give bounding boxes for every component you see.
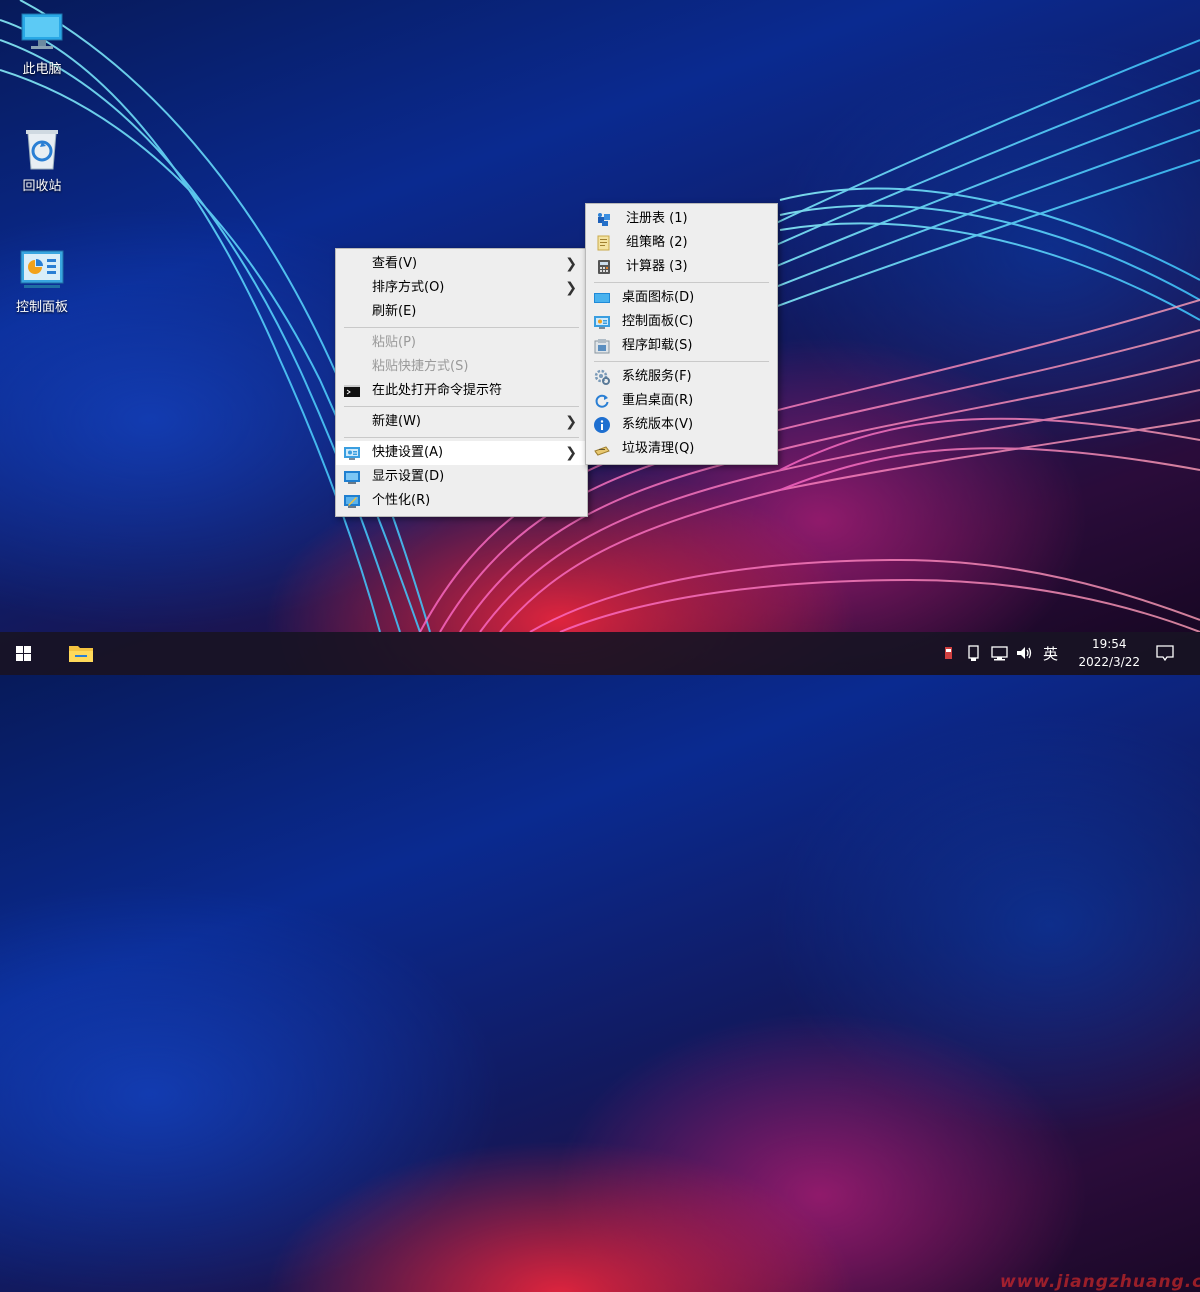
desktop-icons-icon [594, 290, 610, 306]
submenu-item-restart-desktop[interactable]: 重启桌面(R) [586, 389, 777, 413]
menu-item-paste[interactable]: 粘贴(P) [336, 331, 587, 355]
menu-item-sort[interactable]: 排序方式(O) ❯ [336, 276, 587, 300]
control-panel-icon [18, 246, 66, 294]
chevron-right-icon: ❯ [565, 410, 577, 434]
recycle-bin-icon [18, 125, 66, 173]
submenu-item-calculator[interactable]: 计算器 (3) [586, 255, 777, 279]
menu-item-label: 垃圾清理(Q) [622, 441, 694, 456]
restart-icon [594, 393, 610, 409]
menu-item-label: 排序方式(O) [372, 280, 444, 295]
menu-item-label: 粘贴快捷方式(S) [372, 359, 468, 374]
menu-item-label: 程序卸载(S) [622, 338, 692, 353]
calculator-icon [596, 259, 612, 275]
menu-item-label: 组策略 (2) [626, 235, 688, 250]
start-button[interactable] [0, 632, 46, 675]
cleanup-icon [594, 441, 610, 457]
chevron-right-icon: ❯ [565, 276, 577, 300]
menu-item-label: 桌面图标(D) [622, 290, 694, 305]
menu-item-label: 显示设置(D) [372, 469, 444, 484]
desktop-icon-control-panel[interactable]: 控制面板 [2, 246, 82, 315]
desktop-icon-label: 回收站 [2, 175, 82, 194]
menu-item-display-settings[interactable]: 显示设置(D) [336, 465, 587, 489]
menu-item-paste-shortcut[interactable]: 粘贴快捷方式(S) [336, 355, 587, 379]
menu-item-label: 快捷设置(A) [372, 445, 443, 460]
control-panel-icon [594, 314, 610, 330]
folder-icon [58, 632, 104, 675]
personalize-icon [344, 493, 360, 509]
quick-settings-icon [344, 445, 360, 461]
menu-item-label: 个性化(R) [372, 493, 430, 508]
menu-separator [594, 361, 769, 362]
display-icon [344, 469, 360, 485]
group-policy-icon [596, 235, 612, 251]
menu-item-open-cmd[interactable]: 在此处打开命令提示符 [336, 379, 587, 403]
registry-icon [596, 211, 612, 227]
menu-item-new[interactable]: 新建(W) ❯ [336, 410, 587, 434]
watermark-text: www.jiangzhuang.com [1000, 1272, 1200, 1292]
quick-settings-submenu: 注册表 (1) 组策略 (2) 计算器 (3) 桌面图标(D) 控制面板(C) … [585, 203, 778, 465]
clock[interactable]: 19:54 2022/3/22 [1078, 635, 1140, 671]
menu-separator [344, 406, 579, 407]
menu-item-label: 控制面板(C) [622, 314, 693, 329]
menu-item-label: 计算器 (3) [626, 259, 688, 274]
menu-item-label: 在此处打开命令提示符 [372, 383, 502, 398]
info-icon [594, 417, 610, 433]
submenu-item-control-panel[interactable]: 控制面板(C) [586, 310, 777, 334]
submenu-item-desktop-icons[interactable]: 桌面图标(D) [586, 286, 777, 310]
submenu-item-uninstall[interactable]: 程序卸载(S) [586, 334, 777, 358]
context-menu: 查看(V) ❯ 排序方式(O) ❯ 刷新(E) 粘贴(P) 粘贴快捷方式(S) … [335, 248, 588, 517]
desktop-icon-this-pc[interactable]: 此电脑 [2, 8, 82, 77]
windows-logo-icon [0, 632, 46, 675]
clock-date: 2022/3/22 [1078, 653, 1140, 671]
menu-item-personalize[interactable]: 个性化(R) [336, 489, 587, 513]
ime-indicator[interactable]: 英 [1043, 643, 1058, 663]
menu-item-label: 新建(W) [372, 414, 421, 429]
submenu-item-group-policy[interactable]: 组策略 (2) [586, 231, 777, 255]
tray-app-icon[interactable] [944, 644, 954, 664]
menu-separator [344, 327, 579, 328]
menu-item-label: 粘贴(P) [372, 335, 416, 350]
submenu-item-registry[interactable]: 注册表 (1) [586, 207, 777, 231]
submenu-item-cleanup[interactable]: 垃圾清理(Q) [586, 437, 777, 461]
desktop-icon-label: 此电脑 [2, 58, 82, 77]
menu-item-label: 系统服务(F) [622, 369, 692, 384]
chevron-right-icon: ❯ [565, 441, 577, 465]
desktop-icon-recycle-bin[interactable]: 回收站 [2, 125, 82, 194]
cmd-icon [344, 383, 360, 399]
menu-item-label: 查看(V) [372, 256, 417, 271]
menu-item-label: 系统版本(V) [622, 417, 693, 432]
desktop-icon-label: 控制面板 [2, 296, 82, 315]
clock-time: 19:54 [1078, 635, 1140, 653]
menu-item-quick-settings[interactable]: 快捷设置(A) ❯ [336, 441, 587, 465]
menu-item-label: 注册表 (1) [626, 211, 688, 226]
services-icon [594, 369, 610, 385]
notification-icon[interactable] [1155, 643, 1175, 663]
network-icon[interactable] [990, 644, 1010, 664]
menu-separator [594, 282, 769, 283]
menu-item-label: 刷新(E) [372, 304, 416, 319]
uninstall-icon [594, 338, 610, 354]
menu-item-label: 重启桌面(R) [622, 393, 693, 408]
taskbar: www.jiangzhuang.com 英 19:54 2022/3/22 [0, 632, 1200, 675]
file-explorer-button[interactable] [58, 632, 104, 675]
menu-separator [344, 437, 579, 438]
volume-icon[interactable] [1015, 644, 1035, 664]
submenu-item-services[interactable]: 系统服务(F) [586, 365, 777, 389]
usb-icon[interactable] [966, 644, 982, 664]
menu-item-refresh[interactable]: 刷新(E) [336, 300, 587, 324]
computer-icon [18, 8, 66, 56]
chevron-right-icon: ❯ [565, 252, 577, 276]
menu-item-view[interactable]: 查看(V) ❯ [336, 252, 587, 276]
submenu-item-system-version[interactable]: 系统版本(V) [586, 413, 777, 437]
